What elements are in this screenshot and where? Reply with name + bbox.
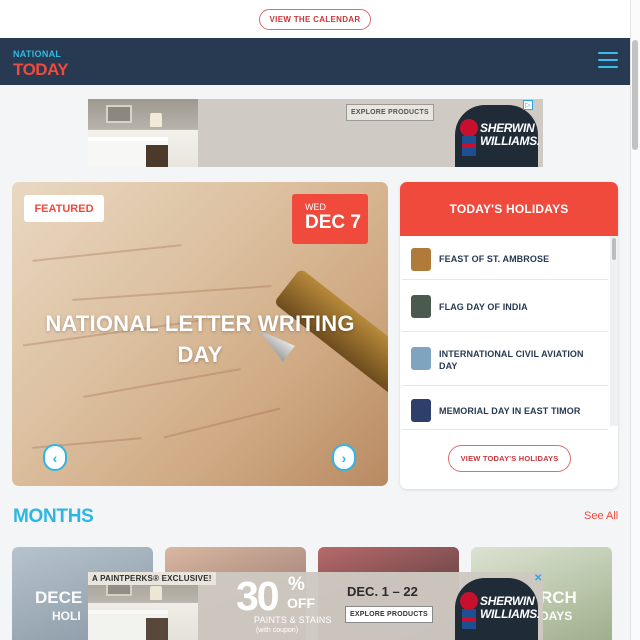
close-ad-icon[interactable]: ✕ bbox=[534, 573, 542, 584]
carousel-next-icon[interactable]: › bbox=[332, 444, 356, 471]
hamburger-menu-icon[interactable] bbox=[598, 52, 618, 68]
page-scrollbar-thumb[interactable] bbox=[632, 40, 638, 150]
holiday-name: FLAG DAY OF INDIA bbox=[439, 302, 528, 312]
month-card-title: RCH bbox=[540, 588, 577, 607]
see-all-months-link[interactable]: See All bbox=[584, 510, 618, 522]
ad-brand-line2: WILLIAMS. bbox=[480, 133, 540, 148]
holiday-list-item[interactable]: FEAST OF ST. AMBROSE bbox=[402, 236, 608, 280]
holiday-list-item[interactable]: INTERNATIONAL CIVIL AVIATION DAY bbox=[402, 332, 608, 386]
ad-coupon-note: (with coupon) bbox=[256, 627, 299, 634]
view-todays-holidays-button[interactable]: VIEW TODAY'S HOLIDAYS bbox=[448, 445, 571, 472]
featured-badge: FEATURED bbox=[24, 195, 104, 222]
paint-can-logo-icon bbox=[460, 592, 478, 629]
holiday-name: MEMORIAL DAY IN EAST TIMOR bbox=[439, 406, 581, 416]
holiday-thumbnail bbox=[411, 248, 431, 271]
holiday-name: INTERNATIONAL CIVIL AVIATION DAY bbox=[439, 349, 584, 371]
ad-paints-label: PAINTS & STAINS bbox=[254, 615, 332, 625]
month-card-subtitle: DAYS bbox=[540, 609, 573, 623]
todays-holidays-panel: TODAY'S HOLIDAYS FEAST OF ST. AMBROSE FL… bbox=[400, 182, 618, 489]
ad-brand-name: SHERWIN WILLIAMS. bbox=[480, 122, 540, 147]
date-badge: WED DEC 7 bbox=[292, 194, 368, 244]
holiday-thumbnail bbox=[411, 399, 431, 422]
todays-holidays-heading: TODAY'S HOLIDAYS bbox=[400, 182, 618, 236]
ad-brand-name: SHERWIN WILLIAMS. bbox=[480, 595, 540, 620]
date-month-day: DEC 7 bbox=[305, 212, 361, 233]
month-card-title: DECE bbox=[35, 588, 83, 607]
ad-paintperks-label: A PAINTPERKS® EXCLUSIVE! bbox=[88, 572, 216, 585]
logo-line-national: NATIONAL bbox=[13, 49, 62, 59]
ad-explore-products-button[interactable]: EXPLORE PRODUCTS bbox=[345, 606, 433, 623]
view-calendar-button[interactable]: VIEW THE CALENDAR bbox=[258, 8, 372, 30]
ad-off-label: OFF bbox=[287, 595, 315, 611]
logo-line-today: TODAY bbox=[13, 60, 69, 79]
ad-bedroom-image bbox=[88, 99, 198, 167]
ad-explore-products-button[interactable]: EXPLORE PRODUCTS bbox=[346, 104, 434, 121]
holiday-list-scrollbar-thumb[interactable] bbox=[612, 238, 616, 260]
holiday-list-item[interactable]: FLAG DAY OF INDIA bbox=[402, 280, 608, 332]
ad-discount-number: 30 bbox=[236, 573, 280, 619]
adchoices-icon[interactable]: ▷ bbox=[523, 100, 533, 110]
holiday-thumbnail bbox=[411, 347, 431, 370]
featured-holiday-title[interactable]: NATIONAL LETTER WRITING DAY bbox=[40, 308, 360, 370]
ad-percent-sign: % bbox=[288, 574, 305, 595]
top-bar: VIEW THE CALENDAR bbox=[0, 0, 630, 38]
holiday-name: FEAST OF ST. AMBROSE bbox=[439, 254, 550, 264]
holiday-list-item[interactable]: MEMORIAL DAY IN EAST TIMOR bbox=[402, 386, 608, 430]
ad-brand-line2: WILLIAMS. bbox=[480, 606, 540, 621]
ad-date-range: DEC. 1 – 22 bbox=[347, 584, 418, 599]
holiday-thumbnail bbox=[411, 295, 431, 318]
site-header: NATIONAL TODAY bbox=[0, 38, 630, 85]
site-logo[interactable]: NATIONAL TODAY bbox=[13, 49, 69, 80]
paint-can-logo-icon bbox=[460, 119, 478, 156]
date-day-of-week: WED bbox=[305, 202, 326, 212]
carousel-prev-icon[interactable]: ‹ bbox=[43, 444, 67, 471]
holiday-list-scrollbar[interactable] bbox=[610, 236, 618, 426]
month-card-subtitle: HOLI bbox=[52, 609, 81, 623]
months-section-title: MONTHS bbox=[13, 506, 94, 527]
